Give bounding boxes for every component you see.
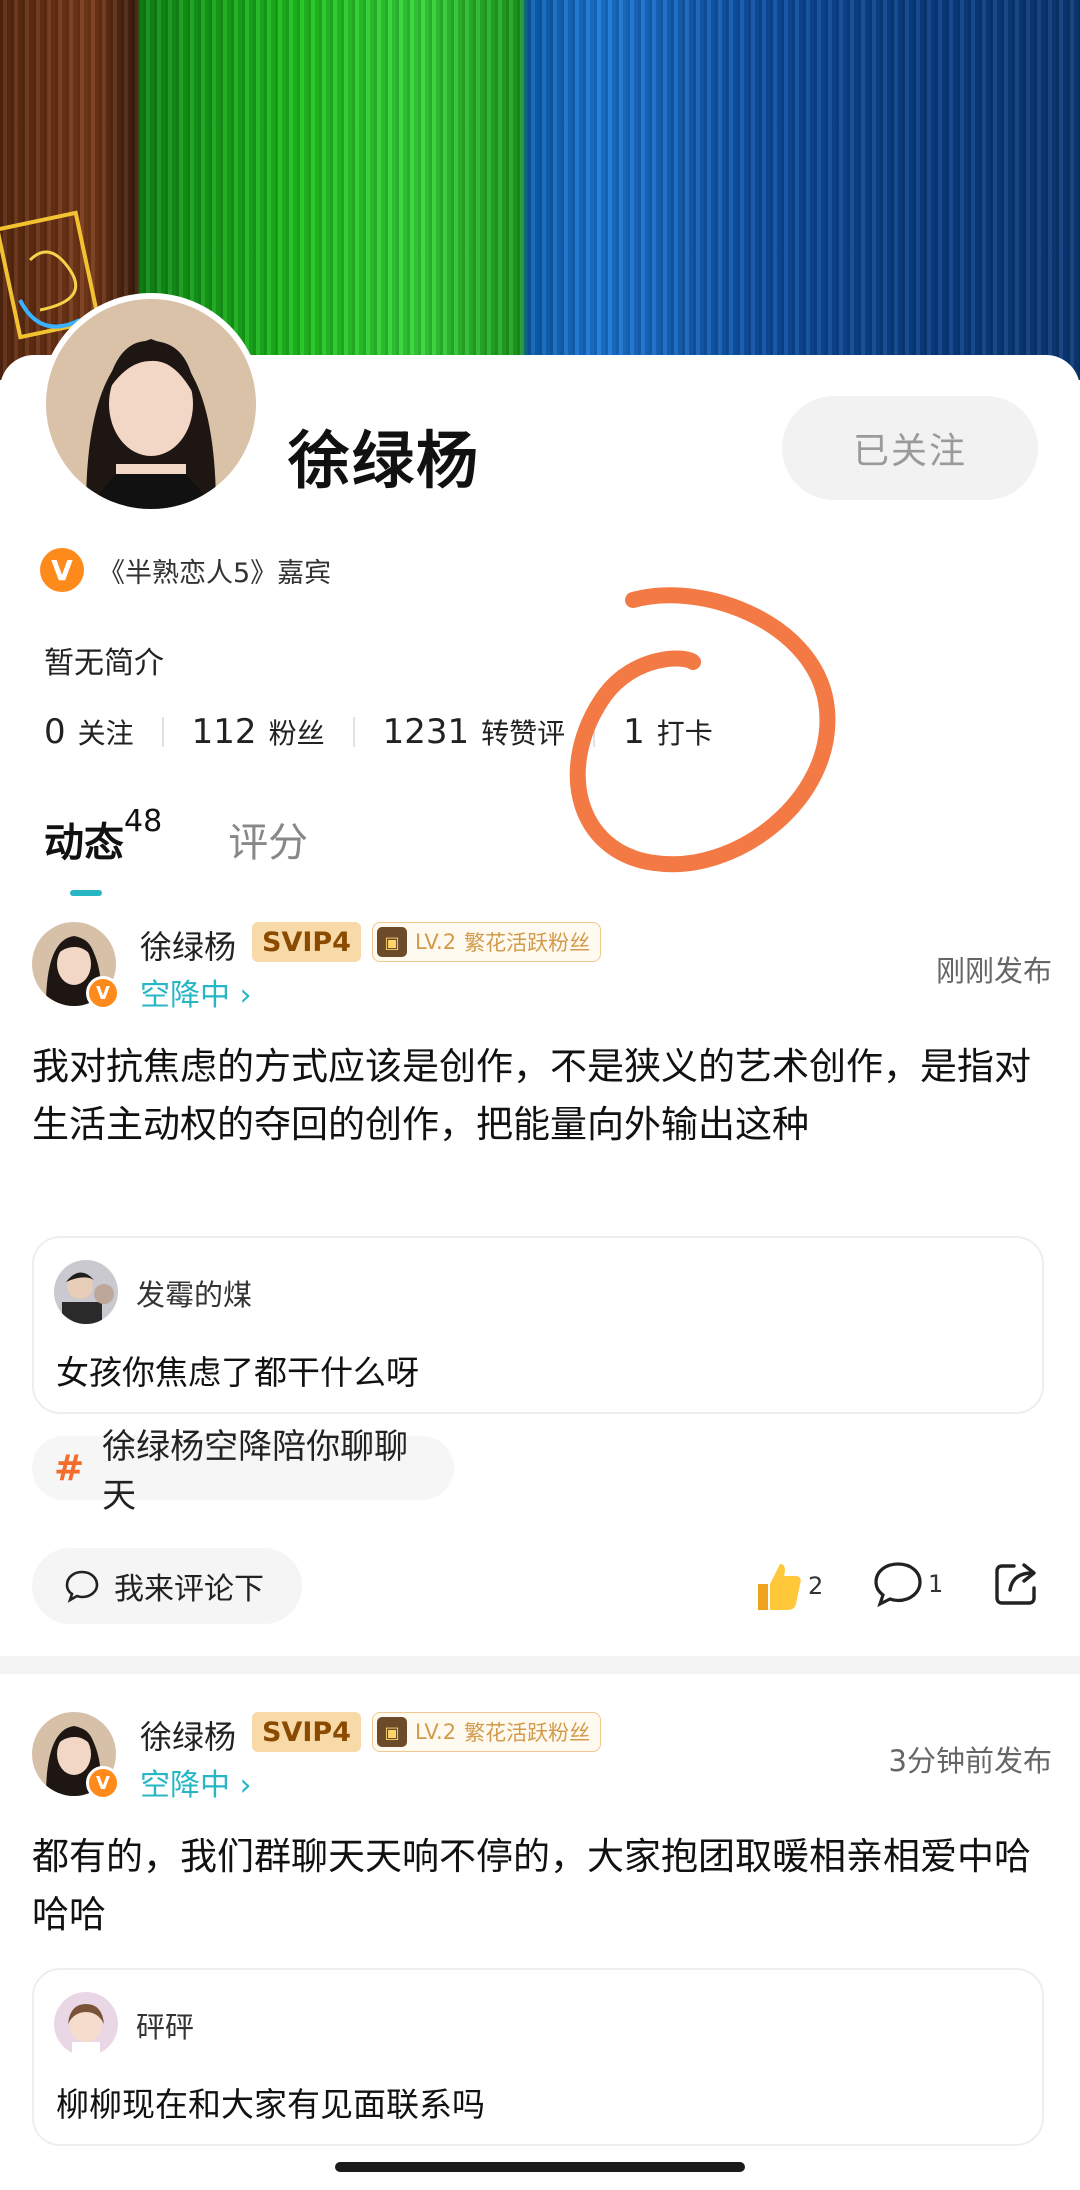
stat-label: 粉丝 xyxy=(268,717,325,750)
stat-divider xyxy=(593,717,596,747)
comment-text: 女孩你焦虑了都干什么呀 xyxy=(56,1353,419,1392)
tab-ratings[interactable]: 评分 xyxy=(228,810,308,868)
post-actions: 我来评论下 2 1 xyxy=(32,1548,1052,1624)
featured-comment[interactable]: 发霉的煤 女孩你焦虑了都干什么呀 xyxy=(32,1236,1044,1414)
fan-badge-icon: ▣ xyxy=(377,927,407,957)
post-time: 3分钟前发布 xyxy=(888,1744,1052,1778)
home-indicator[interactable] xyxy=(335,2162,745,2172)
commenter-avatar xyxy=(54,1992,118,2056)
tab-posts[interactable]: 动态48 xyxy=(44,804,162,896)
write-comment-label: 我来评论下 xyxy=(114,1572,264,1607)
post-text[interactable]: 都有的，我们群聊天天响不停的，大家抱团取暖相亲相爱中哈哈哈 xyxy=(32,1828,1032,1944)
tab-active-indicator xyxy=(70,890,102,896)
verified-text: 《半熟恋人5》嘉宾 xyxy=(98,557,332,589)
stat-label: 关注 xyxy=(77,717,134,750)
comment-bubble-icon xyxy=(65,1570,99,1603)
stat-number: 1 xyxy=(623,712,645,752)
stat-label: 转赞评 xyxy=(481,717,566,750)
verified-v-icon: V xyxy=(86,1766,120,1800)
write-comment-button[interactable]: 我来评论下 xyxy=(32,1548,302,1624)
airdrop-status-link[interactable]: 空降中 › xyxy=(140,1760,252,1804)
post-author-name[interactable]: 徐绿杨 xyxy=(140,1712,236,1758)
thumbs-up-icon xyxy=(758,1564,801,1610)
share-button[interactable] xyxy=(992,1558,1042,1608)
stat-number: 112 xyxy=(191,712,257,752)
stat-divider xyxy=(161,717,164,747)
like-button[interactable]: 2 xyxy=(752,1558,823,1614)
verified-v-icon: V xyxy=(86,976,120,1010)
topic-tag[interactable]: # 徐绿杨空降陪你聊聊天 xyxy=(32,1427,454,1516)
profile-tabs: 动态48 评分 xyxy=(44,804,308,896)
followed-button[interactable]: 已关注 xyxy=(782,396,1038,500)
featured-comment[interactable]: 砰砰 柳柳现在和大家有见面联系吗 xyxy=(32,1968,1044,2146)
fan-title: 繁花活跃粉丝 xyxy=(464,931,591,955)
fan-level-badge: ▣ LV.2 繁花活跃粉丝 xyxy=(372,1712,602,1752)
svip-badge: SVIP4 xyxy=(252,1712,361,1752)
profile-avatar[interactable] xyxy=(40,293,262,515)
post-divider xyxy=(0,1656,1080,1674)
verified-tag: V 《半熟恋人5》嘉宾 xyxy=(40,548,331,592)
comment-icon xyxy=(874,1562,922,1608)
post-header: V 徐绿杨 SVIP4 ▣ LV.2 繁花活跃粉丝 空降中 › 刚刚发布 xyxy=(32,922,1052,1018)
post-header: V 徐绿杨 SVIP4 ▣ LV.2 繁花活跃粉丝 空降中 › 3分钟前发布 xyxy=(32,1712,1052,1808)
tab-posts-count: 48 xyxy=(124,804,163,839)
share-icon xyxy=(995,1563,1036,1605)
fan-level-badge: ▣ LV.2 繁花活跃粉丝 xyxy=(372,922,602,962)
profile-name: 徐绿杨 xyxy=(288,424,481,497)
comment-count: 1 xyxy=(928,1570,944,1598)
airdrop-status-link[interactable]: 空降中 › xyxy=(140,970,252,1014)
stat-label: 打卡 xyxy=(656,717,713,750)
comment-text: 柳柳现在和大家有见面联系吗 xyxy=(56,2085,485,2124)
stat-following[interactable]: 0 关注 xyxy=(44,712,134,752)
fan-badge-icon: ▣ xyxy=(377,1717,407,1747)
fan-title: 繁花活跃粉丝 xyxy=(464,1721,591,1745)
tab-posts-label: 动态 xyxy=(44,820,124,866)
post-time: 刚刚发布 xyxy=(935,954,1052,988)
commenter-name: 发霉的煤 xyxy=(136,1278,253,1312)
profile-stats: 0 关注 112 粉丝 1231 转赞评 1 打卡 xyxy=(44,712,713,752)
stat-number: 0 xyxy=(44,712,66,752)
fan-level: LV.2 xyxy=(415,930,457,954)
stat-checkin[interactable]: 1 打卡 xyxy=(623,712,713,752)
verified-v-icon: V xyxy=(40,548,84,592)
post-author-name[interactable]: 徐绿杨 xyxy=(140,922,236,968)
commenter-name: 砰砰 xyxy=(136,2010,195,2044)
comment-count-button[interactable]: 1 xyxy=(872,1558,943,1610)
bio-text: 暂无简介 xyxy=(44,646,164,681)
stat-divider xyxy=(352,717,355,747)
stat-interactions[interactable]: 1231 转赞评 xyxy=(383,712,566,752)
like-count: 2 xyxy=(808,1572,824,1600)
stat-number: 1231 xyxy=(382,712,470,752)
svip-badge: SVIP4 xyxy=(252,922,361,962)
topic-label: 徐绿杨空降陪你聊聊天 xyxy=(102,1427,409,1516)
stat-fans[interactable]: 112 粉丝 xyxy=(192,712,325,752)
post-text[interactable]: 我对抗焦虑的方式应该是创作，不是狭义的艺术创作，是指对生活主动权的夺回的创作，把… xyxy=(32,1038,1032,1154)
hashtag-icon: # xyxy=(54,1447,85,1489)
commenter-avatar xyxy=(54,1260,118,1324)
fan-level: LV.2 xyxy=(415,1720,457,1744)
